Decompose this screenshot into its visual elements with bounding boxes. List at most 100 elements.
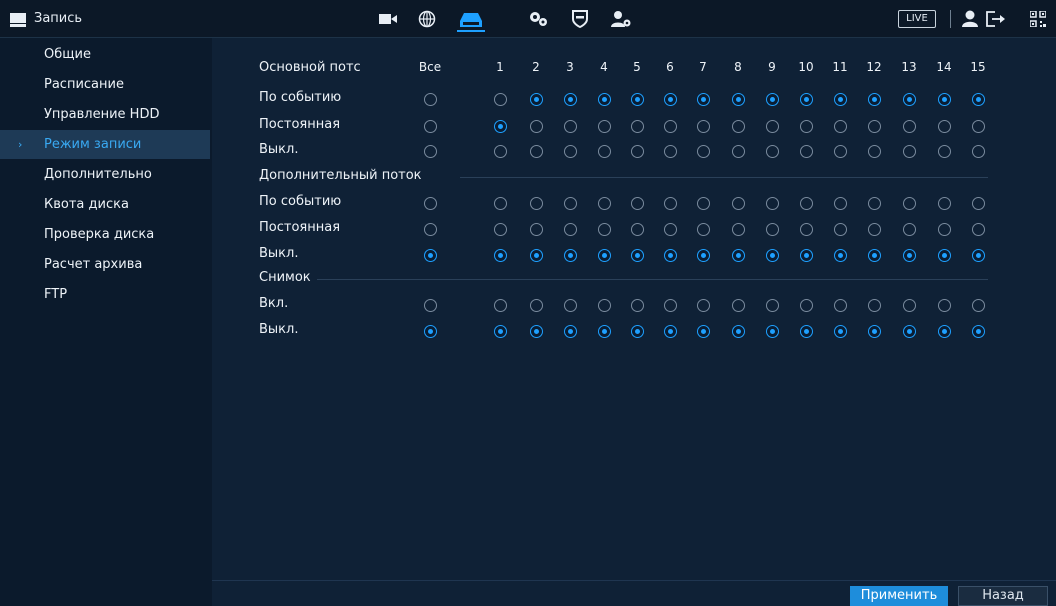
shield-icon[interactable] (568, 8, 592, 30)
back-button[interactable]: Назад (958, 586, 1048, 606)
radio-channel[interactable] (834, 145, 847, 158)
radio-channel[interactable] (938, 299, 951, 312)
radio-channel[interactable] (631, 325, 644, 338)
radio-channel[interactable] (664, 93, 677, 106)
radio-channel[interactable] (938, 325, 951, 338)
radio-channel[interactable] (697, 145, 710, 158)
radio-channel[interactable] (903, 197, 916, 210)
radio-channel[interactable] (868, 249, 881, 262)
radio-channel[interactable] (834, 325, 847, 338)
radio-all[interactable] (424, 197, 437, 210)
radio-all[interactable] (424, 120, 437, 133)
radio-channel[interactable] (697, 120, 710, 133)
radio-all[interactable] (424, 325, 437, 338)
radio-channel[interactable] (938, 120, 951, 133)
radio-channel[interactable] (732, 249, 745, 262)
radio-channel[interactable] (697, 299, 710, 312)
radio-channel[interactable] (598, 120, 611, 133)
radio-channel[interactable] (938, 249, 951, 262)
radio-channel[interactable] (766, 325, 779, 338)
radio-channel[interactable] (972, 223, 985, 236)
radio-channel[interactable] (564, 197, 577, 210)
radio-channel[interactable] (834, 299, 847, 312)
radio-channel[interactable] (697, 325, 710, 338)
radio-channel[interactable] (530, 223, 543, 236)
radio-channel[interactable] (766, 299, 779, 312)
radio-channel[interactable] (494, 325, 507, 338)
radio-channel[interactable] (530, 93, 543, 106)
radio-channel[interactable] (972, 93, 985, 106)
radio-channel[interactable] (530, 325, 543, 338)
qr-code-icon[interactable] (1026, 8, 1050, 30)
radio-channel[interactable] (697, 249, 710, 262)
radio-channel[interactable] (938, 145, 951, 158)
radio-all[interactable] (424, 249, 437, 262)
radio-all[interactable] (424, 223, 437, 236)
sidebar-item[interactable]: Расчет архива (0, 250, 210, 279)
sidebar-item[interactable]: Квота диска (0, 190, 210, 219)
radio-channel[interactable] (631, 120, 644, 133)
radio-channel[interactable] (697, 93, 710, 106)
radio-channel[interactable] (598, 249, 611, 262)
radio-channel[interactable] (564, 249, 577, 262)
radio-channel[interactable] (697, 223, 710, 236)
radio-channel[interactable] (903, 145, 916, 158)
radio-channel[interactable] (800, 249, 813, 262)
radio-channel[interactable] (938, 223, 951, 236)
radio-channel[interactable] (938, 93, 951, 106)
radio-all[interactable] (424, 93, 437, 106)
radio-channel[interactable] (564, 93, 577, 106)
radio-channel[interactable] (834, 93, 847, 106)
radio-channel[interactable] (494, 299, 507, 312)
radio-channel[interactable] (800, 299, 813, 312)
radio-channel[interactable] (732, 223, 745, 236)
radio-channel[interactable] (766, 145, 779, 158)
radio-channel[interactable] (631, 223, 644, 236)
radio-channel[interactable] (564, 299, 577, 312)
radio-channel[interactable] (972, 197, 985, 210)
radio-channel[interactable] (834, 197, 847, 210)
radio-channel[interactable] (530, 197, 543, 210)
network-icon[interactable] (415, 8, 439, 30)
radio-channel[interactable] (868, 223, 881, 236)
radio-channel[interactable] (972, 325, 985, 338)
sidebar-item[interactable]: Дополнительно (0, 160, 210, 189)
settings-icon[interactable] (526, 8, 550, 30)
radio-channel[interactable] (530, 145, 543, 158)
radio-channel[interactable] (664, 120, 677, 133)
radio-channel[interactable] (972, 299, 985, 312)
radio-channel[interactable] (834, 120, 847, 133)
radio-channel[interactable] (530, 120, 543, 133)
sidebar-item[interactable]: Общие (0, 40, 210, 69)
radio-all[interactable] (424, 299, 437, 312)
storage-icon[interactable] (457, 10, 485, 32)
radio-channel[interactable] (732, 197, 745, 210)
radio-channel[interactable] (800, 197, 813, 210)
radio-channel[interactable] (664, 299, 677, 312)
radio-channel[interactable] (766, 197, 779, 210)
radio-channel[interactable] (631, 197, 644, 210)
radio-channel[interactable] (494, 93, 507, 106)
radio-channel[interactable] (697, 197, 710, 210)
radio-channel[interactable] (598, 299, 611, 312)
radio-channel[interactable] (664, 223, 677, 236)
sidebar-item[interactable]: › Режим записи (0, 130, 210, 159)
radio-channel[interactable] (868, 93, 881, 106)
radio-channel[interactable] (938, 197, 951, 210)
radio-channel[interactable] (834, 249, 847, 262)
radio-channel[interactable] (903, 120, 916, 133)
radio-channel[interactable] (732, 299, 745, 312)
sidebar-item[interactable]: Управление HDD (0, 100, 210, 129)
radio-channel[interactable] (903, 223, 916, 236)
user-icon[interactable] (958, 8, 982, 30)
radio-channel[interactable] (564, 120, 577, 133)
user-settings-icon[interactable] (609, 8, 633, 30)
radio-channel[interactable] (766, 223, 779, 236)
radio-channel[interactable] (732, 145, 745, 158)
radio-channel[interactable] (800, 145, 813, 158)
radio-channel[interactable] (766, 93, 779, 106)
radio-channel[interactable] (903, 93, 916, 106)
radio-channel[interactable] (564, 325, 577, 338)
radio-channel[interactable] (972, 145, 985, 158)
logout-icon[interactable] (984, 8, 1008, 30)
